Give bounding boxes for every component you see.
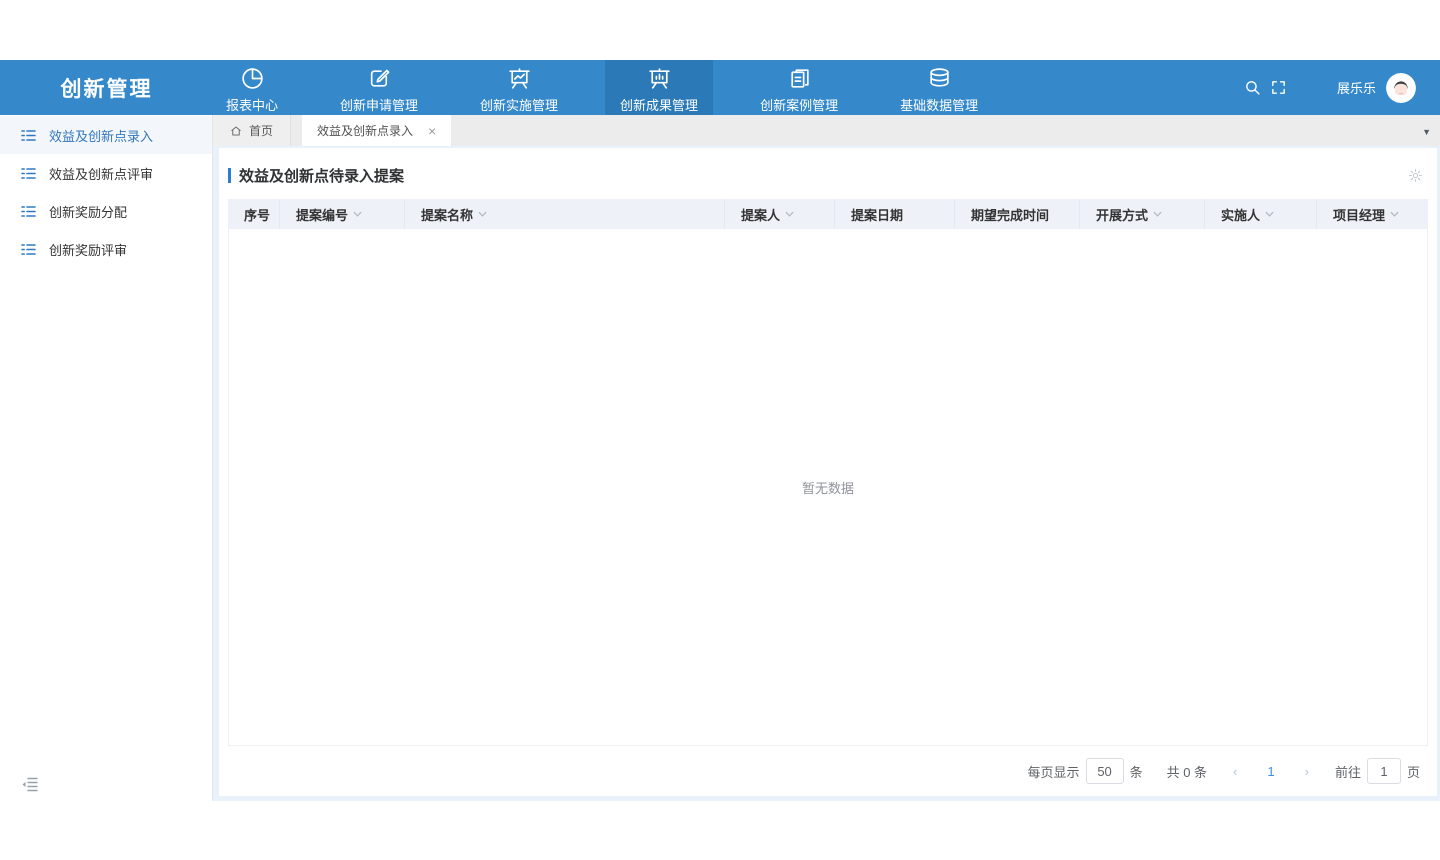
primary-nav: 报表中心 创新申请管理 创新实施管理	[211, 60, 993, 115]
chevron-down-icon[interactable]	[1265, 211, 1274, 217]
chevron-down-icon[interactable]	[1153, 211, 1162, 217]
tab-bar: 首页 效益及创新点录入 × ▼	[213, 115, 1440, 146]
per-page-unit: 条	[1130, 762, 1143, 781]
tab-home[interactable]: 首页	[213, 115, 291, 146]
fullscreen-icon[interactable]	[1270, 79, 1287, 96]
sidebar-item-benefit-entry[interactable]: 效益及创新点录入	[0, 116, 212, 154]
page-number[interactable]: 1	[1267, 764, 1274, 779]
page-title: 效益及创新点待录入提案	[239, 165, 404, 186]
presentation-bar-chart-icon	[647, 66, 672, 91]
home-icon	[230, 125, 242, 137]
nav-label: 创新案例管理	[760, 95, 838, 114]
database-icon	[927, 66, 952, 91]
pagination: 每页显示 条 共 0 条 ‹ 1 › 前往 页	[219, 746, 1437, 796]
title-row: 效益及创新点待录入提案	[219, 148, 1437, 199]
column-header-project-manager: 项目经理	[1317, 199, 1428, 229]
goto-unit: 页	[1407, 762, 1420, 781]
content-card: 效益及创新点待录入提案 序号 提案编号	[219, 148, 1437, 796]
sidebar-item-reward-allocation[interactable]: 创新奖励分配	[0, 192, 212, 230]
column-header-expected-completion: 期望完成时间	[955, 199, 1080, 229]
per-page-label: 每页显示	[1028, 762, 1080, 781]
header-right-tools: 展乐乐	[1244, 60, 1440, 115]
goto-label: 前往	[1335, 762, 1361, 781]
table-header-row: 序号 提案编号 提案名称	[228, 199, 1428, 229]
nav-item-innovation-cases[interactable]: 创新案例管理	[745, 60, 853, 115]
empty-state-text: 暂无数据	[802, 478, 854, 497]
prev-page-icon[interactable]: ‹	[1233, 764, 1237, 779]
proposals-table: 序号 提案编号 提案名称	[228, 199, 1428, 746]
app-logo: 创新管理	[0, 60, 213, 115]
search-icon[interactable]	[1244, 79, 1261, 96]
chevron-down-icon[interactable]	[353, 211, 362, 217]
nav-item-base-data[interactable]: 基础数据管理	[885, 60, 993, 115]
column-header-proposal-no: 提案编号	[280, 199, 405, 229]
sidebar-collapse-icon[interactable]	[21, 776, 38, 792]
tab-home-label: 首页	[249, 122, 273, 139]
list-icon	[21, 243, 36, 256]
nav-item-innovation-results[interactable]: 创新成果管理	[605, 60, 713, 115]
total-count: 共 0 条	[1167, 762, 1207, 781]
next-page-icon[interactable]: ›	[1305, 764, 1309, 779]
avatar[interactable]	[1386, 73, 1416, 103]
tab-benefit-entry[interactable]: 效益及创新点录入 ×	[302, 115, 451, 146]
sidebar-item-label: 效益及创新点评审	[49, 164, 153, 183]
goto-page-input[interactable]	[1367, 758, 1401, 784]
sidebar-item-label: 创新奖励分配	[49, 202, 127, 221]
presentation-line-chart-icon	[507, 66, 532, 91]
per-page-input[interactable]	[1086, 758, 1124, 784]
sidebar-item-benefit-review[interactable]: 效益及创新点评审	[0, 154, 212, 192]
user-name[interactable]: 展乐乐	[1337, 78, 1376, 97]
gear-icon[interactable]	[1408, 168, 1423, 183]
app-window: 创新管理 报表中心 创新申请管理	[0, 60, 1440, 801]
app-body: 效益及创新点录入 效益及创新点评审 创新奖励分配	[0, 115, 1440, 801]
nav-item-innovation-implementation[interactable]: 创新实施管理	[465, 60, 573, 115]
nav-label: 创新实施管理	[480, 95, 558, 114]
chevron-down-icon[interactable]	[1390, 211, 1399, 217]
pie-chart-icon	[240, 66, 265, 91]
nav-label: 创新成果管理	[620, 95, 698, 114]
column-header-proposer: 提案人	[725, 199, 835, 229]
list-icon	[21, 205, 36, 218]
close-icon[interactable]: ×	[428, 124, 436, 138]
list-icon	[21, 167, 36, 180]
sidebar-item-label: 效益及创新点录入	[49, 126, 153, 145]
edit-icon	[367, 66, 392, 91]
sidebar-item-reward-review[interactable]: 创新奖励评审	[0, 230, 212, 268]
column-header-proposal-date: 提案日期	[835, 199, 955, 229]
tab-overflow-caret-icon[interactable]: ▼	[1422, 127, 1431, 137]
tab-label: 效益及创新点录入	[317, 122, 413, 139]
table-body: 暂无数据	[228, 229, 1428, 746]
chevron-down-icon[interactable]	[785, 211, 794, 217]
column-header-implementer: 实施人	[1205, 199, 1317, 229]
nav-item-report-center[interactable]: 报表中心	[211, 60, 293, 115]
title-accent-bar	[228, 168, 231, 183]
column-header-method: 开展方式	[1080, 199, 1205, 229]
main-area: 首页 效益及创新点录入 × ▼ 效益及创新点待录入提案	[213, 115, 1440, 801]
documents-icon	[787, 66, 812, 91]
column-header-proposal-name: 提案名称	[405, 199, 725, 229]
nav-label: 基础数据管理	[900, 95, 978, 114]
nav-label: 创新申请管理	[340, 95, 418, 114]
list-icon	[21, 129, 36, 142]
top-header: 创新管理 报表中心 创新申请管理	[0, 60, 1440, 115]
nav-item-innovation-application[interactable]: 创新申请管理	[325, 60, 433, 115]
sidebar-item-label: 创新奖励评审	[49, 240, 127, 259]
nav-label: 报表中心	[226, 95, 278, 114]
column-header-index: 序号	[228, 199, 280, 229]
sidebar: 效益及创新点录入 效益及创新点评审 创新奖励分配	[0, 115, 213, 801]
chevron-down-icon[interactable]	[478, 211, 487, 217]
